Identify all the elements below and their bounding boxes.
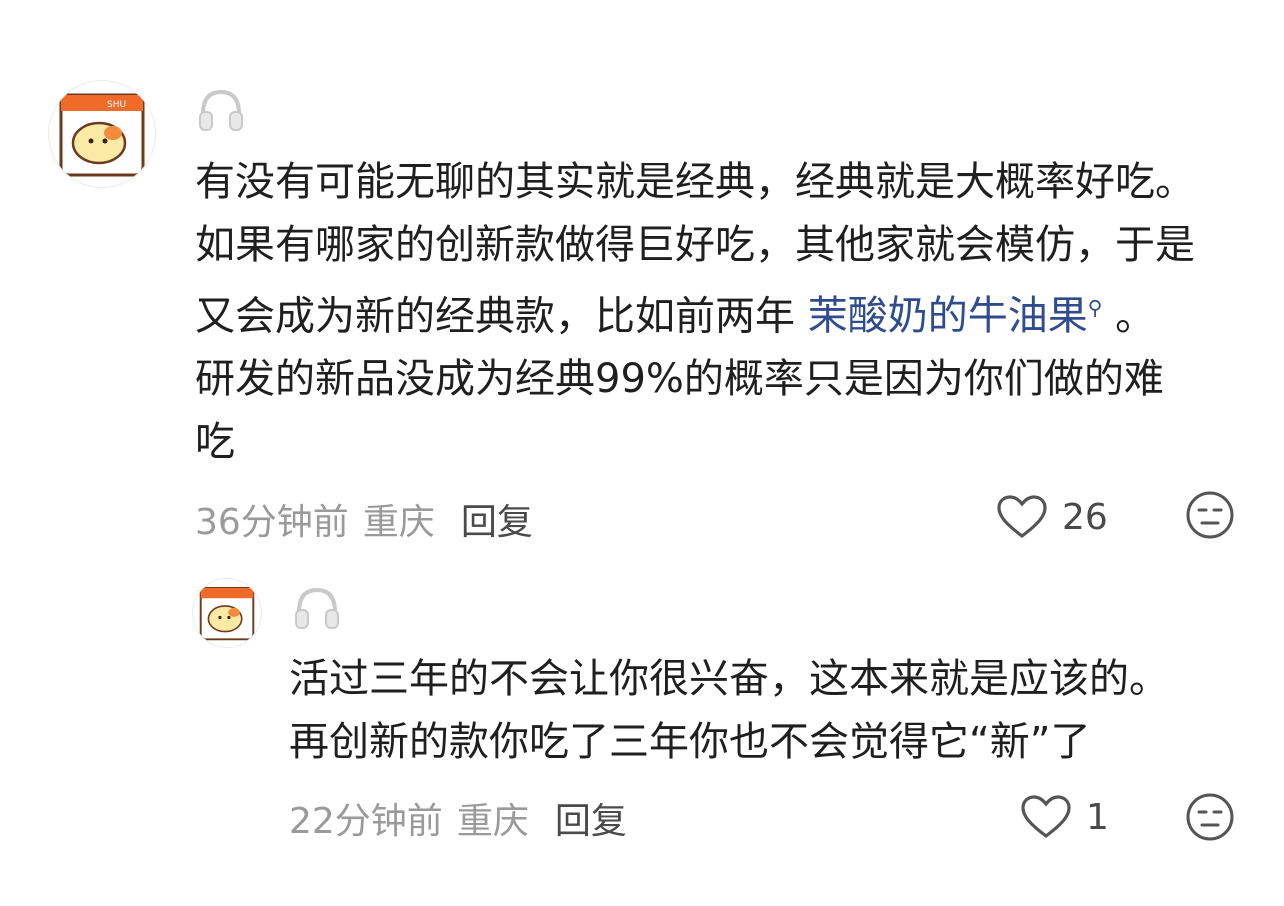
reply-button[interactable]: 回复 [461,502,533,543]
comment-line: 吃 [195,419,235,466]
user-avatar[interactable] [192,578,262,648]
headphones-icon [292,584,342,638]
hamster-sticker-avatar [199,587,255,641]
comment-meta: 36分钟前 重庆 回复 [195,493,533,545]
heart-icon[interactable] [1020,794,1072,840]
like-button[interactable]: 26 [996,494,1108,540]
comment-line: 研发的新品没成为经典99%的概率只是因为你们做的难 [195,356,1164,403]
like-count: 26 [1062,496,1108,538]
search-link-text[interactable]: 茉酸奶的牛油果 [808,293,1088,339]
comment-line-segment: 。 [1102,293,1156,340]
comment-line: 活过三年的不会让你很兴奋，这本来就是应该的。 [289,656,1169,702]
comment-line: 如果有哪家的创新款做得巨好吃，其他家就会模仿，于是 [195,222,1195,268]
comment-line: 又会成为新的经典款，比如前两年 茉酸奶的牛油果⚲ 。 [195,277,1195,348]
dislike-face-icon[interactable] [1185,792,1235,846]
search-icon[interactable]: ⚲ [1088,296,1103,320]
like-button[interactable]: 1 [1020,794,1109,840]
heart-icon[interactable] [996,494,1048,540]
user-avatar[interactable]: SHU [48,80,156,188]
comment-location: 重庆 [362,502,435,543]
headphones-icon [196,86,246,140]
search-link[interactable]: 茉酸奶的牛油果⚲ [808,293,1103,339]
comment-location: 重庆 [456,801,529,842]
comment-text: 活过三年的不会让你很兴奋，这本来就是应该的。 再创新的款你吃了三年你也不会觉得它… [289,648,1169,774]
comment-line: 再创新的款你吃了三年你也不会觉得它“新”了 [289,719,1091,765]
comment-line-segment: 又会成为新的经典款，比如前两年 [195,293,808,340]
hamster-sticker-avatar: SHU [59,93,145,177]
comment-time: 22分钟前 [289,801,443,842]
dislike-face-icon[interactable] [1185,490,1235,544]
like-count: 1 [1086,796,1109,838]
svg-text:SHU: SHU [107,100,126,110]
comment-line: 有没有可能无聊的其实就是经典，经典就是大概率好吃。 [195,159,1195,205]
comment-meta: 22分钟前 重庆 回复 [289,792,627,844]
reply-button[interactable]: 回复 [555,801,627,842]
comment-text: 有没有可能无聊的其实就是经典，经典就是大概率好吃。 如果有哪家的创新款做得巨好吃… [195,151,1195,474]
comment-time: 36分钟前 [195,502,349,543]
